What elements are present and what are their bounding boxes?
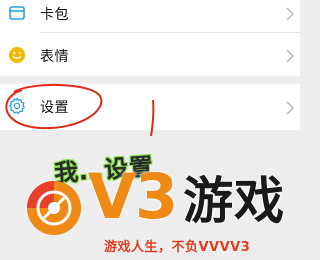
menu-item-card-wallet[interactable]: 卡包 bbox=[0, 0, 300, 33]
menu-item-stickers[interactable]: 表情 bbox=[0, 36, 300, 74]
divider bbox=[40, 32, 300, 33]
watermark-slogan: 游戏人生，不负VVVV3 bbox=[104, 240, 251, 255]
menu-item-label: 表情 bbox=[40, 49, 69, 65]
watermark-brand-primary: V3 bbox=[88, 160, 178, 233]
smiley-icon bbox=[8, 46, 26, 64]
chevron-right-icon bbox=[286, 48, 294, 63]
chevron-right-icon bbox=[286, 100, 294, 115]
card-wallet-icon bbox=[8, 4, 26, 22]
watermark-brand: V3 游戏 bbox=[88, 166, 285, 228]
menu-item-settings[interactable]: 设置 bbox=[0, 84, 300, 130]
menu-item-label: 设置 bbox=[40, 100, 69, 116]
chevron-right-icon bbox=[286, 6, 294, 21]
watermark-logo-icon bbox=[27, 181, 81, 235]
menu-group-settings: 设置 bbox=[0, 84, 300, 130]
menu-group-top: 卡包 表情 bbox=[0, 0, 300, 76]
gear-icon bbox=[8, 97, 26, 115]
watermark-brand-secondary: 游戏 bbox=[183, 172, 286, 230]
menu-item-label: 卡包 bbox=[40, 7, 69, 23]
